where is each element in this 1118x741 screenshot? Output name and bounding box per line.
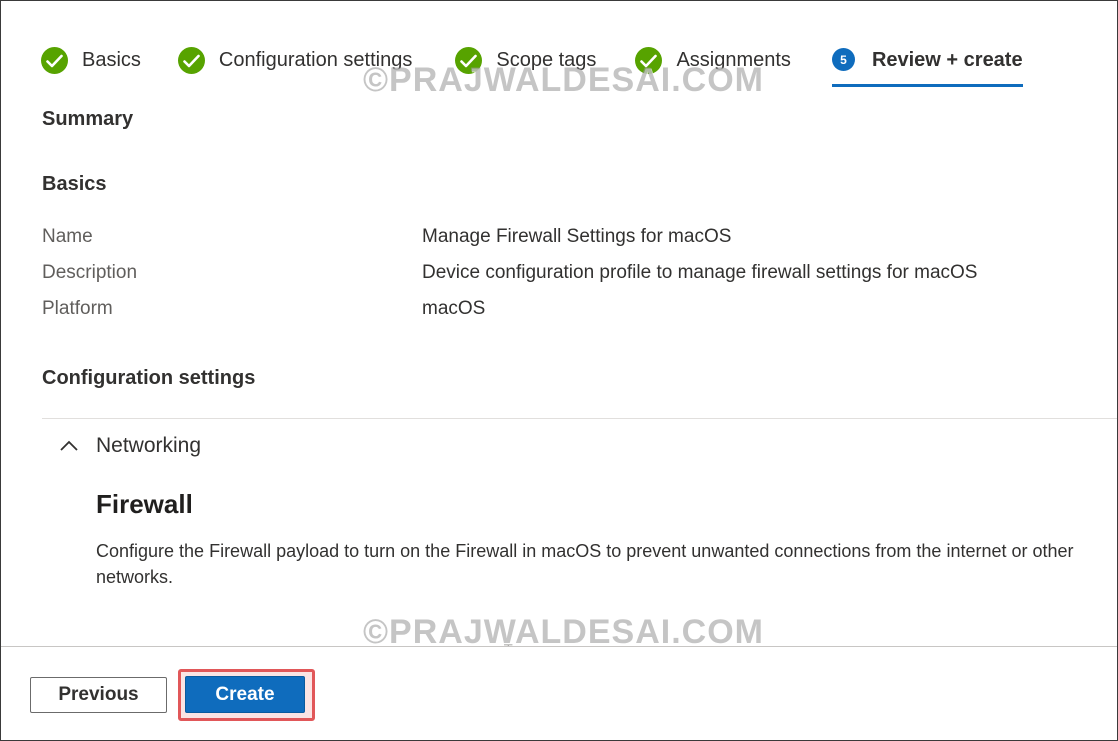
step-label: Review + create	[871, 49, 1023, 71]
checkmark-circle-icon	[41, 47, 68, 74]
step-basics[interactable]: Basics	[41, 45, 141, 89]
configuration-settings-heading: Configuration settings	[42, 367, 256, 389]
footer-bar	[1, 647, 1117, 740]
platform-value: macOS	[422, 298, 486, 319]
networking-section-toggle[interactable]: Networking	[96, 434, 201, 458]
checkmark-circle-icon	[177, 47, 205, 74]
summary-heading: Summary	[42, 108, 134, 130]
create-button[interactable]: Create	[185, 676, 305, 713]
wizard-steps: Basics Configuration settings Scope tags…	[41, 45, 1023, 89]
previous-button[interactable]: Previous	[30, 677, 167, 713]
description-label: Description	[42, 262, 138, 283]
platform-label: Platform	[42, 298, 113, 319]
firewall-description: Configure the Firewall payload to turn o…	[96, 541, 1074, 587]
basics-heading: Basics	[42, 173, 107, 195]
name-label: Name	[42, 226, 93, 247]
step-label: Configuration settings	[218, 49, 413, 71]
step-number-badge: 5	[831, 48, 855, 71]
checkmark-circle-icon	[455, 47, 483, 74]
step-assignments[interactable]: Assignments	[635, 45, 791, 89]
chevron-up-icon[interactable]	[58, 438, 80, 454]
step-scope-tags[interactable]: Scope tags	[455, 45, 596, 89]
step-label: Basics	[82, 49, 141, 71]
divider	[42, 418, 1117, 419]
step-label: Assignments	[676, 49, 791, 71]
review-create-panel: Basics Configuration settings Scope tags…	[0, 0, 1118, 741]
name-value: Manage Firewall Settings for macOS	[422, 226, 732, 247]
step-configuration-settings[interactable]: Configuration settings	[177, 45, 413, 89]
description-value: Device configuration profile to manage f…	[422, 262, 978, 283]
active-step-indicator	[831, 84, 1023, 87]
step-review-create[interactable]: 5 Review + create	[831, 45, 1023, 89]
firewall-heading: Firewall	[96, 489, 193, 519]
checkmark-circle-icon	[635, 47, 663, 74]
step-label: Scope tags	[496, 49, 597, 71]
